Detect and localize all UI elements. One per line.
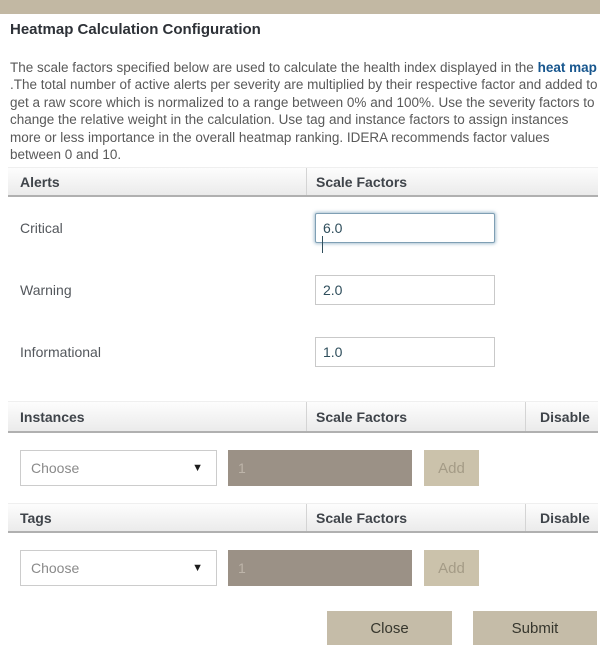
heatmap-config-dialog: Heatmap Calculation Configuration The sc… <box>0 0 610 645</box>
tags-add-button[interactable]: Add <box>424 550 479 586</box>
intro-after: .The total number of active alerts per s… <box>10 77 598 162</box>
warning-scale-factor-input[interactable] <box>315 275 495 305</box>
instances-scale-factor-input[interactable] <box>228 450 412 486</box>
chevron-down-icon: ▼ <box>192 562 203 574</box>
warning-label: Warning <box>8 282 306 298</box>
table-row-informational: Informational <box>8 321 598 383</box>
table-row-warning: Warning <box>8 259 598 321</box>
tags-control-row: Choose ▼ Add <box>8 533 598 603</box>
informational-label: Informational <box>8 344 306 360</box>
tags-scale-factors-column-header: Scale Factors <box>306 504 525 531</box>
tags-choose-dropdown[interactable]: Choose ▼ <box>20 550 217 586</box>
tags-scale-factor-input[interactable] <box>228 550 412 586</box>
critical-scale-factor-input[interactable] <box>315 213 495 243</box>
submit-button[interactable]: Submit <box>473 611 597 645</box>
heat-map-link[interactable]: heat map <box>538 60 597 75</box>
intro-text: The scale factors specified below are us… <box>10 59 598 163</box>
instances-table-header: Instances Scale Factors Disable <box>8 401 598 433</box>
instances-dropdown-value: Choose <box>31 460 79 476</box>
close-button[interactable]: Close <box>327 611 452 645</box>
instances-scale-factors-column-header: Scale Factors <box>306 402 525 431</box>
tags-disable-column-header: Disable <box>525 504 598 531</box>
tags-table-header: Tags Scale Factors Disable <box>8 503 598 533</box>
tags-dropdown-value: Choose <box>31 560 79 576</box>
intro-before: The scale factors specified below are us… <box>10 60 538 75</box>
alerts-column-header: Alerts <box>8 168 306 195</box>
table-row-critical: Critical <box>8 197 598 259</box>
text-cursor <box>322 236 323 253</box>
alerts-scale-factors-column-header: Scale Factors <box>306 168 525 195</box>
instances-add-button[interactable]: Add <box>424 450 479 486</box>
instances-disable-column-header: Disable <box>525 402 598 431</box>
informational-scale-factor-input[interactable] <box>315 337 495 367</box>
page-title: Heatmap Calculation Configuration <box>10 22 610 38</box>
dialog-footer: Close Submit <box>0 611 597 645</box>
instances-choose-dropdown[interactable]: Choose ▼ <box>20 450 217 486</box>
instances-control-row: Choose ▼ Add <box>8 433 598 503</box>
instances-column-header: Instances <box>8 402 306 431</box>
critical-label: Critical <box>8 220 306 236</box>
dialog-top-bar <box>0 0 600 14</box>
tags-column-header: Tags <box>8 504 306 531</box>
chevron-down-icon: ▼ <box>192 462 203 474</box>
alerts-table-header: Alerts Scale Factors <box>8 167 598 197</box>
